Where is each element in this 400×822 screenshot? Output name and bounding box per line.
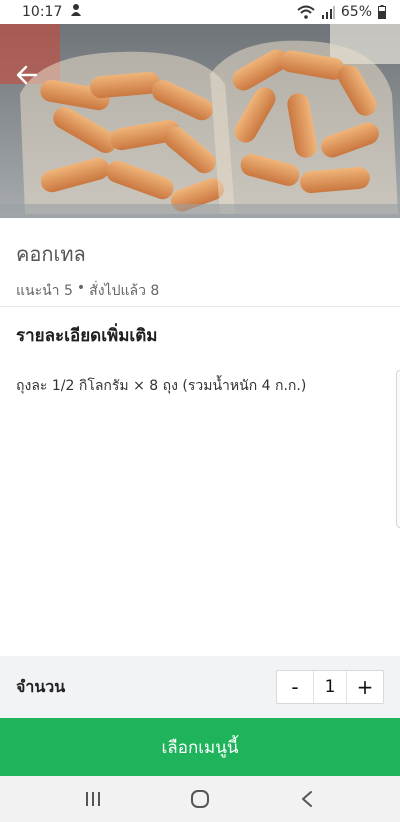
wifi-icon bbox=[297, 5, 315, 19]
chevron-left-icon bbox=[301, 791, 312, 807]
status-time: 10:17 bbox=[22, 4, 63, 20]
sausage-bags-photo bbox=[0, 24, 400, 218]
select-menu-button[interactable]: เลือกเมนูนี้ bbox=[0, 718, 400, 776]
signal-icon bbox=[321, 5, 335, 19]
status-right: 65% bbox=[297, 4, 386, 20]
home-icon bbox=[190, 790, 209, 808]
back-nav-button[interactable] bbox=[277, 779, 337, 819]
divider bbox=[0, 306, 400, 307]
recent-apps-button[interactable] bbox=[63, 779, 123, 819]
details-section: รายละเอียดเพิ่มเติม ถุงละ 1/2 กิโลกรัม ×… bbox=[0, 318, 400, 397]
recent-apps-icon bbox=[86, 792, 101, 806]
quantity-value: 1 bbox=[313, 671, 347, 703]
notification-icon bbox=[70, 3, 82, 21]
back-button[interactable] bbox=[12, 62, 42, 88]
battery-icon bbox=[378, 5, 386, 19]
ordered-count: สั่งไปแล้ว 8 bbox=[89, 283, 160, 299]
hero-image bbox=[0, 24, 400, 218]
increment-button[interactable]: + bbox=[347, 671, 383, 703]
item-info: คอกเทล แนะนำ 5 • สั่งไปแล้ว 8 bbox=[0, 218, 400, 306]
details-body: ถุงละ 1/2 กิโลกรัม × 8 ถุง (รวมน้ำหนัก 4… bbox=[16, 378, 307, 394]
arrow-left-icon bbox=[16, 65, 38, 85]
item-name: คอกเทล bbox=[16, 242, 86, 266]
quantity-label: จำนวน bbox=[16, 676, 66, 696]
quantity-bar: จำนวน - 1 + bbox=[0, 656, 400, 718]
decrement-button[interactable]: - bbox=[277, 671, 313, 703]
meta-separator: • bbox=[76, 280, 86, 296]
system-nav-bar bbox=[0, 776, 400, 822]
status-bar: 10:17 65% bbox=[0, 0, 400, 24]
item-meta: แนะนำ 5 • สั่งไปแล้ว 8 bbox=[16, 280, 384, 302]
home-button[interactable] bbox=[170, 779, 230, 819]
quantity-stepper: - 1 + bbox=[276, 670, 384, 704]
battery-percent: 65% bbox=[340, 4, 372, 20]
recommend-count: แนะนำ 5 bbox=[16, 283, 73, 299]
status-left: 10:17 bbox=[22, 3, 82, 21]
edge-panel-handle[interactable] bbox=[396, 370, 400, 528]
details-title: รายละเอียดเพิ่มเติม bbox=[16, 326, 158, 346]
